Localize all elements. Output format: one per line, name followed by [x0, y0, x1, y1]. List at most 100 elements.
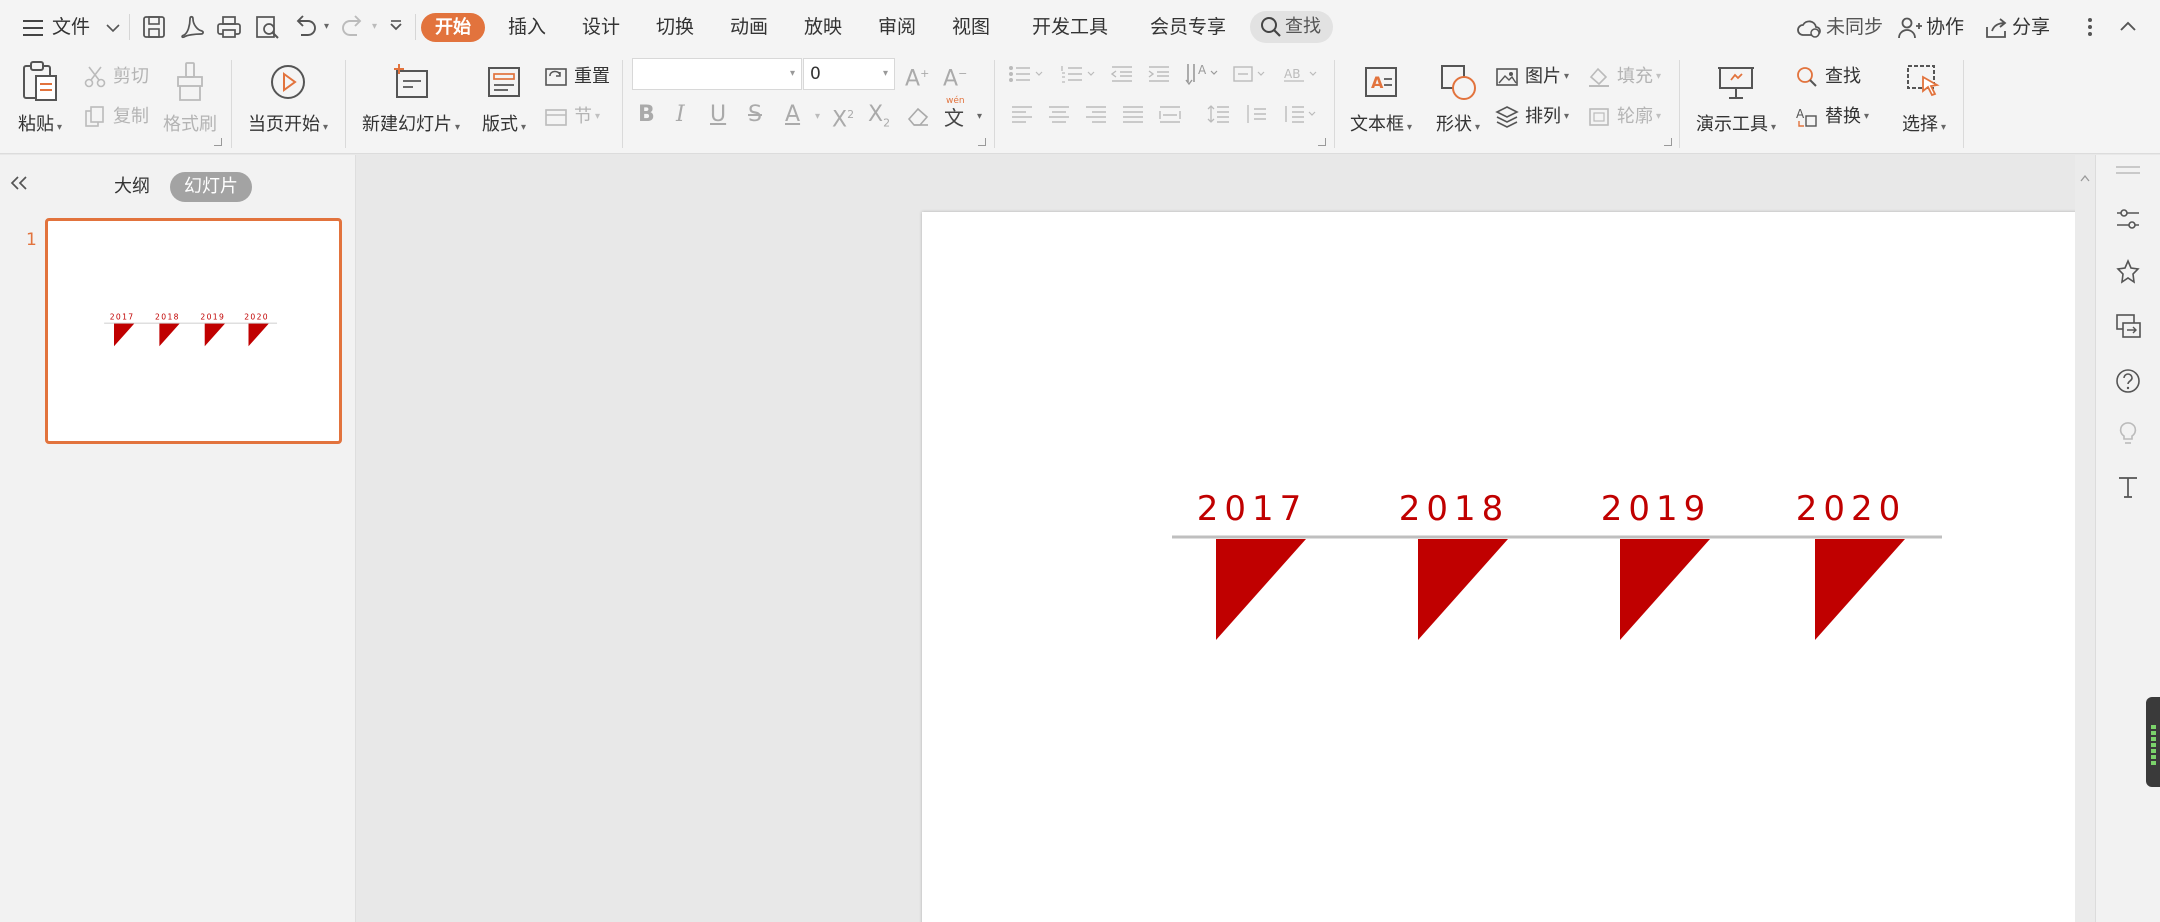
align-center-icon[interactable]	[1047, 104, 1071, 128]
tab-review[interactable]: 审阅	[878, 0, 916, 54]
phonetic-guide-icon[interactable]: wén 文	[944, 96, 965, 131]
caret-icon[interactable]: ▾	[977, 111, 982, 122]
fill-button[interactable]: 填充 ▾	[1586, 62, 1661, 92]
eraser-icon[interactable]	[906, 105, 930, 131]
lightbulb-icon[interactable]	[2114, 420, 2142, 448]
tab-member[interactable]: 会员专享	[1150, 0, 1226, 54]
replace-button[interactable]: A 替换 ▾	[1794, 102, 1869, 132]
font-name-combobox[interactable]: ▾	[632, 58, 802, 90]
smartart-icon[interactable]: AB	[1283, 64, 1319, 88]
side-widget-handle[interactable]	[2146, 697, 2160, 787]
tab-animations[interactable]: 动画	[730, 0, 768, 54]
picture-button[interactable]: 图片 ▾	[1494, 62, 1569, 92]
sync-status[interactable]: 未同步	[1796, 0, 1883, 54]
tab-slides[interactable]: 幻灯片	[170, 172, 252, 202]
copy-button[interactable]: 复制	[82, 102, 149, 132]
slide-thumbnail[interactable]: 2017 2018 2019 2020	[45, 218, 342, 444]
timeline-pennant[interactable]	[1418, 539, 1508, 640]
justify-icon[interactable]	[1121, 104, 1145, 128]
redo-dropdown-icon[interactable]: ▾	[372, 21, 377, 32]
print-preview-icon[interactable]	[253, 13, 281, 41]
subscript-icon[interactable]: X2	[868, 100, 890, 130]
caret-icon[interactable]: ▾	[815, 111, 820, 122]
save-icon[interactable]	[140, 13, 168, 41]
timeline-pennant[interactable]	[1815, 539, 1905, 640]
text-format-icon[interactable]	[2114, 473, 2142, 501]
help-icon[interactable]	[2114, 367, 2142, 395]
section-button[interactable]: 节 ▾	[543, 102, 600, 132]
collapse-panel-icon[interactable]	[8, 173, 30, 197]
drawing-dialog-launcher-icon[interactable]	[1664, 138, 1672, 146]
file-menu[interactable]: 文件	[22, 0, 120, 54]
tab-home[interactable]: 开始	[421, 13, 485, 42]
layout-button[interactable]: 版式 ▾	[478, 58, 530, 140]
transition-icon[interactable]	[2114, 312, 2142, 340]
line-spacing-icon[interactable]	[1207, 104, 1231, 128]
italic-icon[interactable]: I	[676, 100, 685, 130]
collapse-ribbon-icon[interactable]	[2114, 13, 2142, 41]
timeline-year-label[interactable]: 2018	[1399, 489, 1510, 529]
tab-outline[interactable]: 大纲	[114, 172, 150, 202]
undo-icon[interactable]	[291, 13, 319, 41]
reset-button[interactable]: 重置	[543, 62, 610, 92]
font-color-icon[interactable]: A	[785, 100, 800, 130]
bullets-icon[interactable]	[1008, 64, 1044, 88]
slide[interactable]: 2017 2018 2019 2020	[922, 212, 2160, 922]
align-left-icon[interactable]	[1010, 104, 1034, 128]
timeline-year-label[interactable]: 2017	[1197, 489, 1308, 529]
superscript-icon[interactable]: X2	[832, 100, 854, 132]
underline-icon[interactable]: U	[710, 100, 726, 130]
print-icon[interactable]	[215, 13, 243, 41]
scroll-up-icon[interactable]	[2080, 167, 2090, 186]
undo-dropdown-icon[interactable]: ▾	[324, 21, 329, 32]
increase-indent-icon[interactable]	[1147, 64, 1171, 88]
align-text-icon[interactable]	[1232, 64, 1268, 88]
arrange-button[interactable]: 排列 ▾	[1494, 102, 1569, 132]
increase-font-size-icon[interactable]: A+	[905, 59, 929, 91]
star-icon[interactable]	[2114, 258, 2142, 286]
tab-developer[interactable]: 开发工具	[1032, 0, 1108, 54]
outline-button[interactable]: 轮廓 ▾	[1586, 102, 1661, 132]
new-slide-button[interactable]: 新建幻灯片 ▾	[358, 58, 464, 140]
tab-insert[interactable]: 插入	[508, 0, 546, 54]
timeline-pennant[interactable]	[1620, 539, 1710, 640]
tab-transitions[interactable]: 切换	[656, 0, 694, 54]
sliders-icon[interactable]	[2114, 205, 2142, 233]
vertical-scrollbar[interactable]	[2075, 155, 2095, 922]
font-dialog-launcher-icon[interactable]	[978, 138, 986, 146]
spacing-options-icon[interactable]	[1282, 104, 1318, 128]
drag-handle-icon[interactable]	[2114, 161, 2142, 189]
distributed-icon[interactable]	[1158, 104, 1182, 128]
redo-icon[interactable]	[339, 13, 367, 41]
select-button[interactable]: 选择 ▾	[1898, 58, 1950, 140]
numbering-icon[interactable]	[1060, 64, 1096, 88]
format-painter-button[interactable]: 格式刷	[162, 58, 218, 140]
tab-slideshow[interactable]: 放映	[804, 0, 842, 54]
cut-button[interactable]: 剪切	[82, 62, 149, 92]
decrease-font-size-icon[interactable]: A−	[943, 59, 967, 91]
paragraph-dialog-launcher-icon[interactable]	[1318, 138, 1326, 146]
collaborate-button[interactable]: 协作	[1898, 0, 1964, 54]
font-size-combobox[interactable]: 0 ▾	[803, 58, 895, 90]
timeline-year-label[interactable]: 2019	[1601, 489, 1712, 529]
align-right-icon[interactable]	[1084, 104, 1108, 128]
decrease-indent-icon[interactable]	[1110, 64, 1134, 88]
text-box-button[interactable]: A 文本框 ▾	[1346, 58, 1416, 140]
more-icon[interactable]	[2076, 13, 2104, 41]
share-button[interactable]: 分享	[1984, 0, 2050, 54]
shape-button[interactable]: 形状 ▾	[1432, 58, 1484, 140]
find-button[interactable]: 查找	[1794, 62, 1861, 92]
search-button[interactable]: 查找	[1250, 11, 1333, 43]
tab-design[interactable]: 设计	[582, 0, 620, 54]
tab-view[interactable]: 视图	[952, 0, 990, 54]
timeline-pennant[interactable]	[1216, 539, 1306, 640]
bold-icon[interactable]: B	[638, 100, 655, 130]
strikethrough-icon[interactable]: S	[748, 100, 762, 130]
play-from-current-button[interactable]: 当页开始 ▾	[244, 58, 332, 140]
clipboard-dialog-launcher-icon[interactable]	[214, 138, 222, 146]
paragraph-spacing-icon[interactable]	[1244, 104, 1268, 128]
timeline-year-label[interactable]: 2020	[1796, 489, 1907, 529]
customize-toolbar-icon[interactable]	[382, 13, 410, 41]
paste-button[interactable]: 粘贴 ▾	[14, 58, 66, 140]
export-pdf-icon[interactable]	[178, 13, 206, 41]
